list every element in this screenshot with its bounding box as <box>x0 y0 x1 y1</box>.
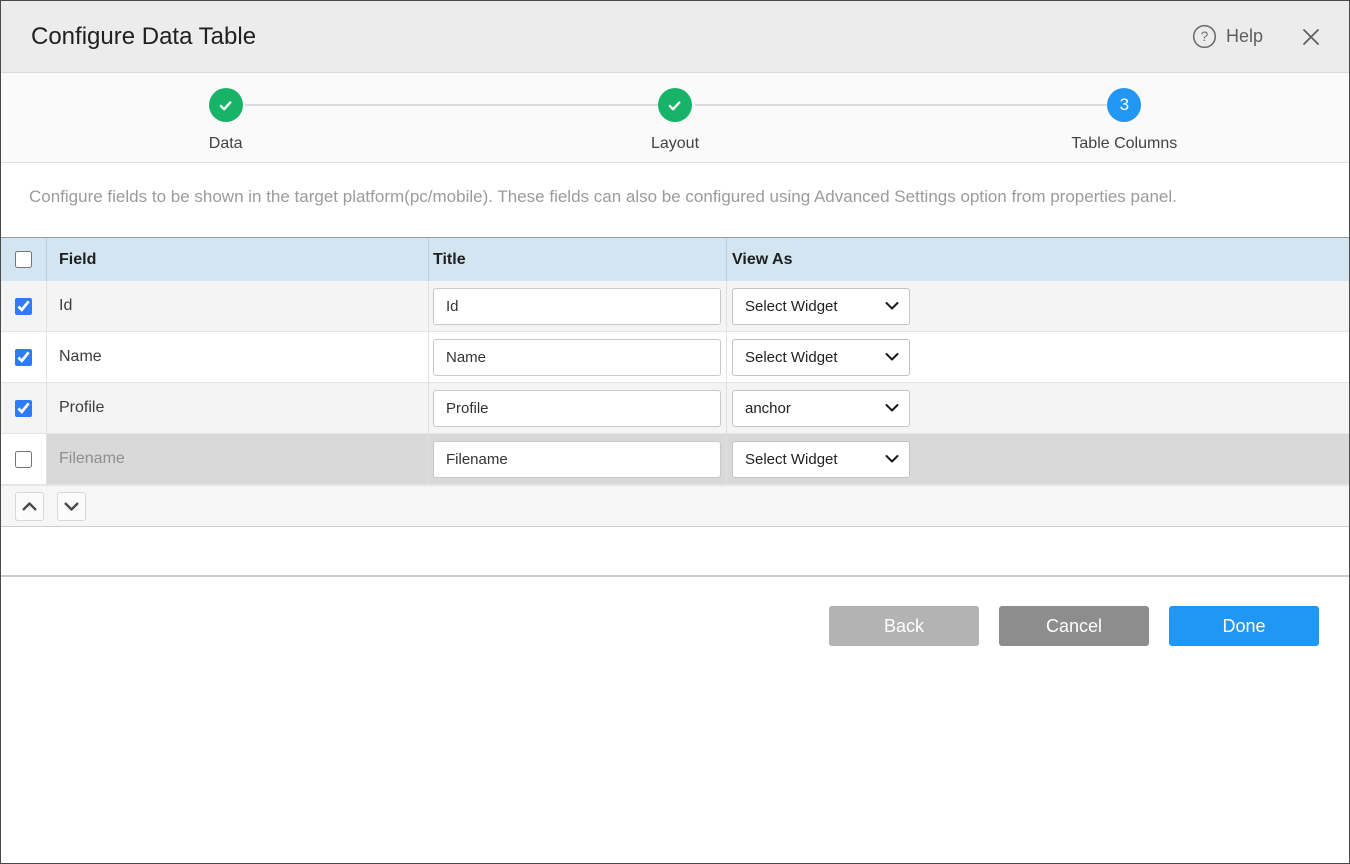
title-cell <box>429 281 727 331</box>
row-checkbox-cell <box>1 281 47 331</box>
help-circle-icon: ? <box>1192 24 1217 49</box>
field-cell: Profile <box>47 383 429 433</box>
field-cell: Name <box>47 332 429 382</box>
step-table-columns[interactable]: 3 Table Columns <box>900 73 1349 162</box>
field-cell: Id <box>47 281 429 331</box>
header-field-cell: Field <box>47 238 429 281</box>
row-checkbox[interactable] <box>15 349 32 366</box>
title-cell <box>429 434 727 484</box>
header-viewas-cell: View As <box>727 238 1349 281</box>
footer-gap <box>1 527 1349 575</box>
title-input[interactable] <box>433 390 721 427</box>
close-button[interactable] <box>1301 27 1321 47</box>
title-input[interactable] <box>433 339 721 376</box>
back-button[interactable]: Back <box>829 606 979 646</box>
reorder-toolbar <box>1 485 1349 527</box>
table-header-row: Field Title View As <box>1 238 1349 281</box>
step-label: Data <box>209 135 243 153</box>
title-cell <box>429 332 727 382</box>
close-icon <box>1301 27 1321 47</box>
view-as-select-wrap: anchor <box>732 390 910 427</box>
help-label: Help <box>1226 26 1263 47</box>
step-label: Layout <box>651 135 699 153</box>
dialog-titlebar: Configure Data Table ? Help <box>1 1 1349 73</box>
title-input[interactable] <box>433 441 721 478</box>
field-label: Name <box>59 348 102 366</box>
viewas-cell: anchor <box>727 383 1349 433</box>
checkmark-icon <box>666 97 683 114</box>
step-data[interactable]: Data <box>1 73 450 162</box>
step-layout[interactable]: Layout <box>450 73 899 162</box>
move-up-button[interactable] <box>15 492 44 521</box>
step-complete-circle <box>658 88 692 122</box>
move-down-button[interactable] <box>57 492 86 521</box>
dialog-content: Configure fields to be shown in the targ… <box>1 163 1349 575</box>
row-checkbox[interactable] <box>15 298 32 315</box>
viewas-cell: Select Widget <box>727 332 1349 382</box>
view-as-select-wrap: Select Widget <box>732 288 910 325</box>
description-text: Configure fields to be shown in the targ… <box>1 163 1349 237</box>
done-button[interactable]: Done <box>1169 606 1319 646</box>
field-label: Filename <box>59 450 125 468</box>
viewas-cell: Select Widget <box>727 434 1349 484</box>
view-as-select[interactable]: Select Widget <box>732 441 910 478</box>
table-row-filename: Filename Select Widget <box>1 434 1349 485</box>
wizard-stepper: Data Layout 3 Table Columns <box>1 73 1349 163</box>
row-checkbox-cell <box>1 332 47 382</box>
chevron-down-icon <box>63 501 80 512</box>
step-number: 3 <box>1120 95 1129 115</box>
dialog-footer: Back Cancel Done <box>1 577 1349 863</box>
table-row-id: Id Select Widget <box>1 281 1349 332</box>
view-as-select[interactable]: Select Widget <box>732 288 910 325</box>
field-cell: Filename <box>47 434 429 484</box>
field-label: Id <box>59 297 72 315</box>
step-label: Table Columns <box>1071 135 1177 153</box>
cancel-button[interactable]: Cancel <box>999 606 1149 646</box>
select-all-checkbox[interactable] <box>15 251 32 268</box>
column-header-field: Field <box>59 251 96 269</box>
step-complete-circle <box>209 88 243 122</box>
header-title-cell: Title <box>429 238 727 281</box>
table-row-name: Name Select Widget <box>1 332 1349 383</box>
checkmark-icon <box>217 97 234 114</box>
title-input[interactable] <box>433 288 721 325</box>
view-as-select[interactable]: anchor <box>732 390 910 427</box>
column-header-title: Title <box>433 251 466 269</box>
row-checkbox-cell <box>1 434 47 484</box>
fields-table: Field Title View As Id <box>1 237 1349 485</box>
viewas-cell: Select Widget <box>727 281 1349 331</box>
title-cell <box>429 383 727 433</box>
chevron-up-icon <box>21 501 38 512</box>
svg-text:?: ? <box>1201 29 1209 44</box>
view-as-select-wrap: Select Widget <box>732 441 910 478</box>
row-checkbox[interactable] <box>15 451 32 468</box>
row-checkbox[interactable] <box>15 400 32 417</box>
step-current-circle: 3 <box>1107 88 1141 122</box>
field-label: Profile <box>59 399 104 417</box>
view-as-select-wrap: Select Widget <box>732 339 910 376</box>
view-as-select[interactable]: Select Widget <box>732 339 910 376</box>
header-checkbox-cell <box>1 238 47 281</box>
row-checkbox-cell <box>1 383 47 433</box>
table-row-profile: Profile anchor <box>1 383 1349 434</box>
column-header-view-as: View As <box>732 251 792 269</box>
help-button[interactable]: ? Help <box>1192 24 1263 49</box>
dialog-title: Configure Data Table <box>31 23 256 51</box>
configure-data-table-dialog: Configure Data Table ? Help Data <box>0 0 1350 864</box>
